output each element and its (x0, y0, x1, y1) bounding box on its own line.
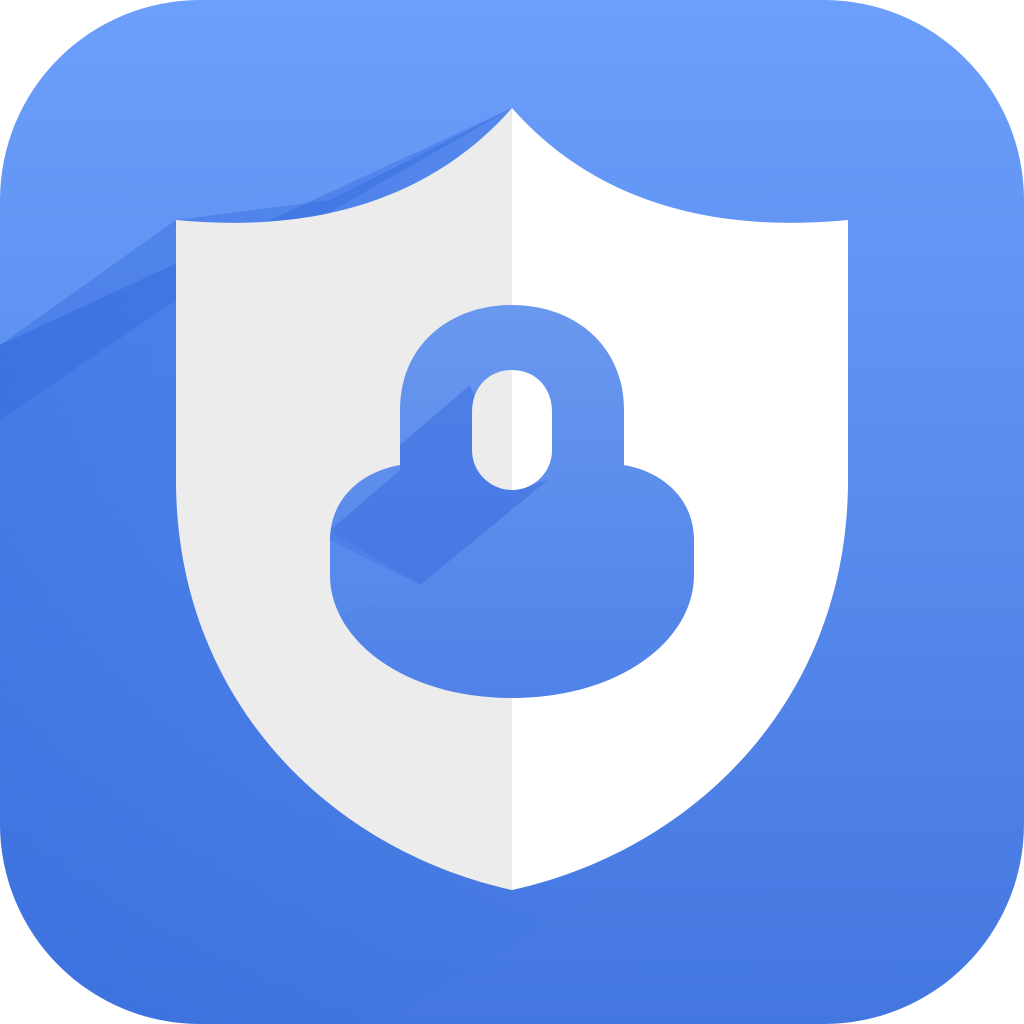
app-icon (0, 0, 1024, 1024)
keyhole (472, 370, 552, 490)
shield-lock-icon (0, 0, 1024, 1024)
